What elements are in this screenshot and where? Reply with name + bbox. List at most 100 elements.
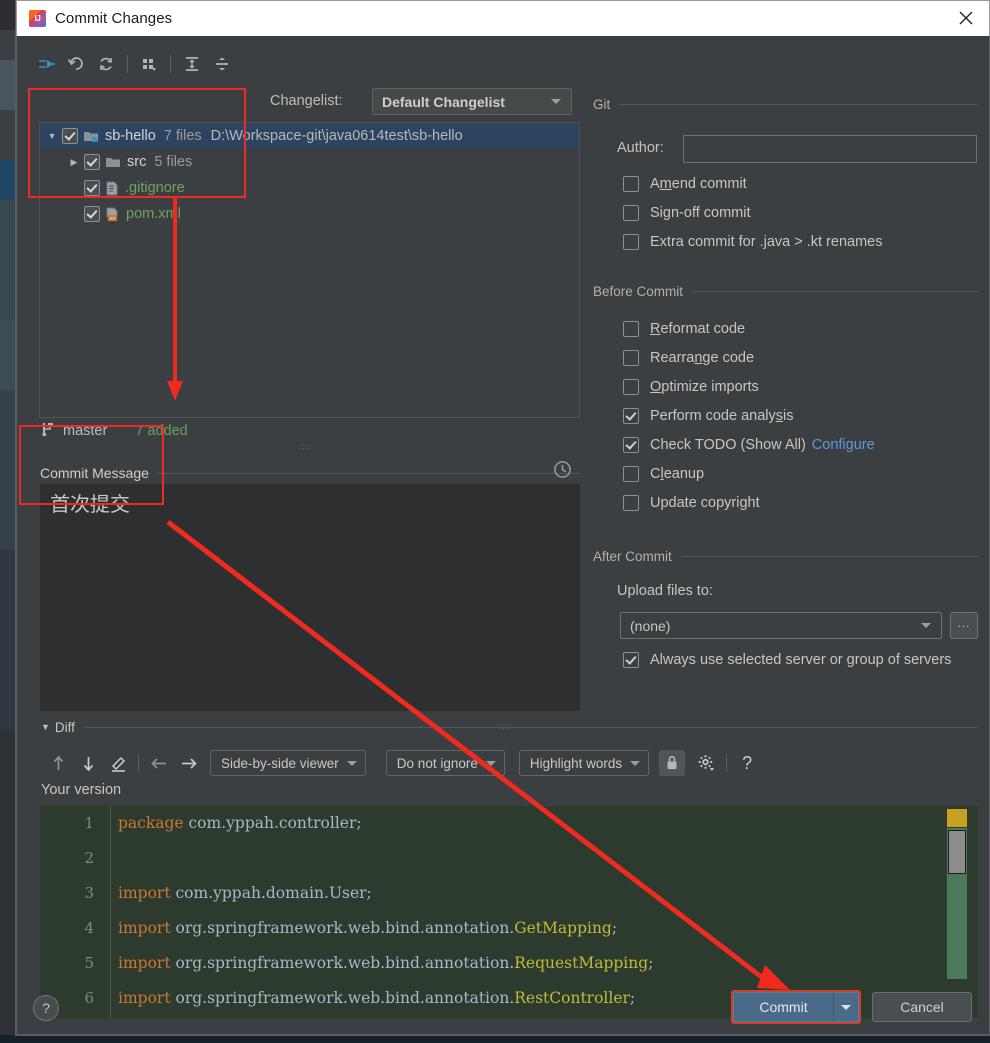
sign-off-commit-checkbox[interactable]: Sign-off commit [623,202,751,224]
line-number: 1 [40,806,110,841]
file-checkbox[interactable] [84,154,100,170]
chevron-right-icon[interactable] [66,157,82,168]
upload-server-dropdown[interactable]: (none) [620,612,942,639]
next-difference-icon[interactable] [73,750,103,776]
gear-icon[interactable] [691,750,721,776]
tree-row[interactable]: <> pom.xml [40,201,579,227]
dialog-body: Changelist: Default Changelist sb-hello … [16,36,990,1035]
checkbox-box [623,321,639,337]
expand-all-icon[interactable] [177,51,207,77]
diff-section-title: Diff [55,720,84,735]
accept-right-icon[interactable] [174,750,204,776]
tree-row-name: sb-hello [105,128,156,144]
configure-link[interactable]: Configure [812,437,875,453]
intellij-idea-icon [29,10,46,27]
previous-difference-icon[interactable] [43,750,73,776]
group-by-icon[interactable] [134,51,164,77]
checkbox-box [623,408,639,424]
option-label: Cleanup [650,466,704,482]
code-token: GetMapping [514,919,612,937]
code-content[interactable]: package com.yppah.controller;import com.… [118,806,938,1016]
chevron-down-icon [486,761,496,766]
commit-message-label: Commit Message [40,465,157,481]
perform-code-analysis-checkbox[interactable]: Perform code analysis [623,405,793,427]
cleanup-checkbox[interactable]: Cleanup [623,463,704,485]
option-label: Update copyright [650,495,760,511]
commit-dropdown-button[interactable] [833,992,859,1022]
branch-status-row: master 7 added [41,421,188,441]
commit-button[interactable]: Commit [733,992,833,1022]
section-divider [84,727,978,728]
highlight-mode-dropdown[interactable]: Highlight words [519,750,649,776]
commit-message-input[interactable]: 首次提交 [40,484,580,711]
lock-icon[interactable] [659,750,685,776]
code-analysis-marker[interactable] [947,809,967,827]
after-commit-title: After Commit [593,549,681,564]
code-token: import [118,919,171,937]
chevron-down-icon[interactable]: ▼ [41,722,50,732]
chevron-down-icon [921,623,931,628]
refresh-icon[interactable] [91,51,121,77]
rearrange-code-checkbox[interactable]: Rearrange code [623,347,754,369]
before-commit-section-header: Before Commit [593,282,978,300]
close-icon[interactable] [943,1,989,35]
extra-commit-kt-renames-checkbox[interactable]: Extra commit for .java > .kt renames [623,231,882,253]
amend-commit-checkbox[interactable]: Amend commit [623,173,747,195]
code-token: org.springframework.web.bind.annotation. [171,919,515,937]
tree-row[interactable]: src 5 files [40,149,579,175]
browse-servers-button[interactable]: ... [950,612,978,639]
cancel-button[interactable]: Cancel [872,992,972,1022]
line-number-gutter: 1 2 3 4 5 6 [40,806,111,1018]
changed-files-tree[interactable]: sb-hello 7 files D:\Workspace-git\java06… [39,122,580,418]
line-number: 3 [40,876,110,911]
file-checkbox[interactable] [84,206,100,222]
help-button[interactable]: ? [33,995,59,1021]
always-use-server-checkbox[interactable]: Always use selected server or group of s… [623,649,951,671]
checkbox-box [623,652,639,668]
splitter-grip[interactable]: :::: [299,442,312,451]
code-token: RequestMapping [514,954,648,972]
file-checkbox[interactable] [62,128,78,144]
changelist-value: Default Changelist [382,94,551,110]
question-mark-icon[interactable]: ? [732,750,762,776]
diff-code-editor[interactable]: 1 2 3 4 5 6 package com.yppah.controller… [40,806,978,1018]
code-token: package [118,814,184,832]
clock-history-icon[interactable] [553,460,572,484]
code-token: org.springframework.web.bind.annotation. [171,954,515,972]
after-commit-section-header: After Commit [593,547,978,565]
branch-name: master [63,423,107,439]
code-scrollbar-thumb[interactable] [948,830,966,874]
highlight-mode-value: Highlight words [530,756,622,771]
collapse-all-icon[interactable] [207,51,237,77]
tree-row-meta: 5 files [154,154,192,170]
line-number: 2 [40,841,110,876]
checkbox-box [623,437,639,453]
upload-files-label: Upload files to: [617,583,713,599]
chevron-down-icon[interactable] [44,131,60,141]
ignore-mode-dropdown[interactable]: Do not ignore [386,750,505,776]
show-diff-icon[interactable] [31,51,61,77]
checkbox-box [623,205,639,221]
tree-row-path: D:\Workspace-git\java0614test\sb-hello [211,128,463,144]
revert-icon[interactable] [61,51,91,77]
folder-icon [105,155,121,169]
update-copyright-checkbox[interactable]: Update copyright [623,492,760,514]
changelist-dropdown[interactable]: Default Changelist [372,88,572,115]
file-checkbox[interactable] [84,180,100,196]
code-line: package com.yppah.controller; [118,806,938,841]
tree-row[interactable]: sb-hello 7 files D:\Workspace-git\java06… [40,123,579,149]
tree-row[interactable]: .gitignore [40,175,579,201]
changelist-label: Changelist: [270,93,343,109]
tree-row-name: .gitignore [125,180,185,196]
edit-source-icon[interactable] [103,750,133,776]
line-number: 5 [40,946,110,981]
code-token: org.springframework.web.bind.annotation. [171,989,515,1007]
check-todo-checkbox[interactable]: Check TODO (Show All) Configure [623,434,875,456]
author-input[interactable] [683,135,977,163]
before-commit-title: Before Commit [593,284,692,299]
reformat-code-checkbox[interactable]: Reformat code [623,318,745,340]
diff-section-header[interactable]: ▼ Diff [41,718,978,736]
optimize-imports-checkbox[interactable]: Optimize imports [623,376,759,398]
accept-left-icon[interactable] [144,750,174,776]
viewer-mode-dropdown[interactable]: Side-by-side viewer [210,750,366,776]
